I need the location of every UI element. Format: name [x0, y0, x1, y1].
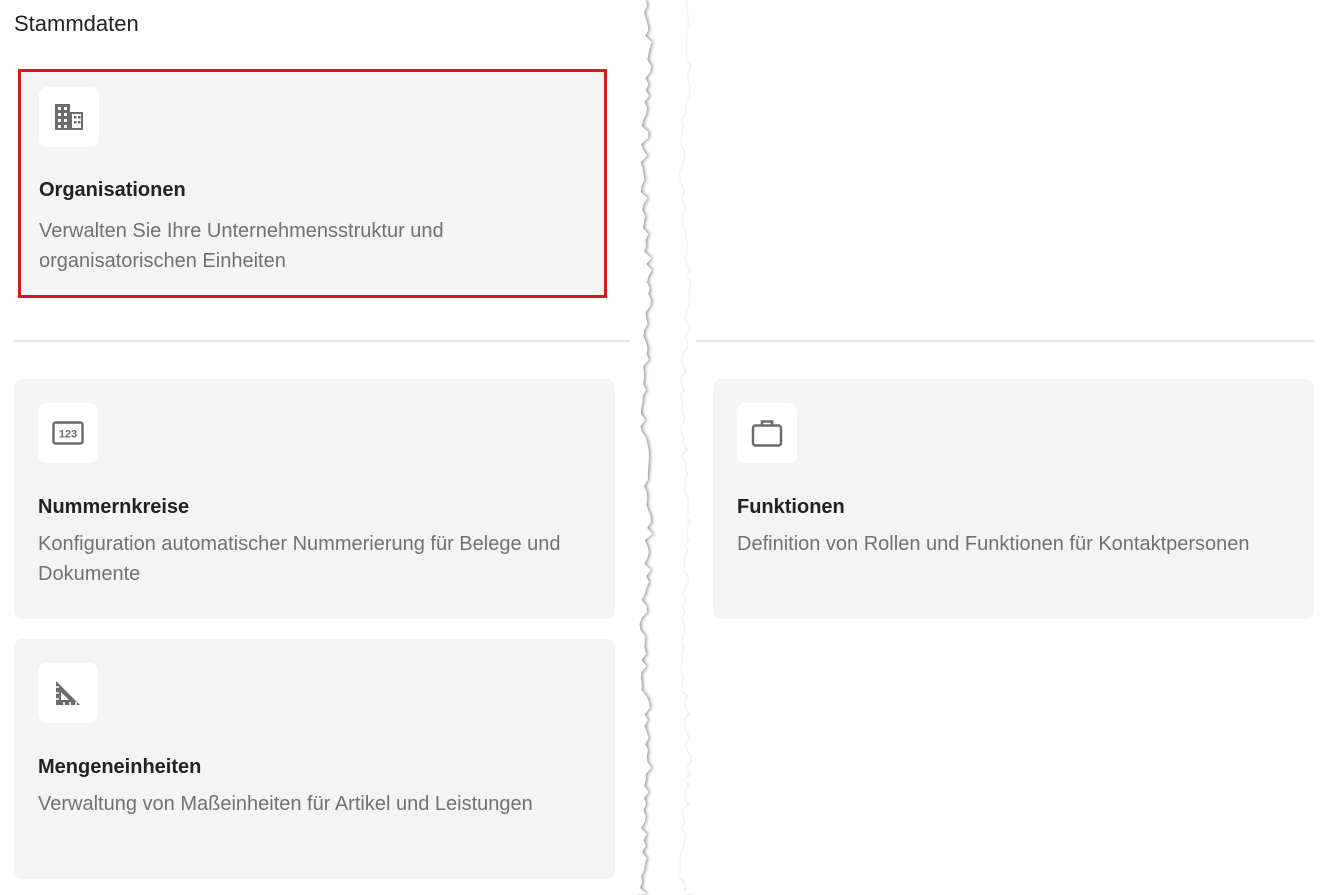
- card-description: Konfiguration automatischer Nummerierung…: [38, 533, 561, 585]
- card-mengeneinheiten[interactable]: Mengeneinheiten Verwaltung von Maßeinhei…: [14, 639, 615, 879]
- section-divider-left: [14, 340, 634, 342]
- card-title: Funktionen: [737, 496, 845, 518]
- card-description: Verwaltung von Maßeinheiten für Artikel …: [38, 793, 533, 815]
- svg-text:123: 123: [59, 429, 77, 441]
- card-title: Nummernkreise: [38, 496, 190, 518]
- icon-container: [38, 663, 98, 723]
- card-funktionen[interactable]: Funktionen Definition von Rollen und Fun…: [713, 379, 1314, 619]
- torn-edge-separator: [630, 0, 696, 895]
- icon-container: [737, 403, 797, 463]
- icon-container: 123: [38, 403, 98, 463]
- card-title: Organisationen: [39, 179, 186, 201]
- page-title: Stammdaten: [14, 11, 139, 36]
- building-icon: [54, 103, 84, 131]
- set-square-icon: [54, 679, 82, 707]
- card-title: Mengeneinheiten: [38, 756, 202, 778]
- card-nummernkreise[interactable]: 123 Nummernkreise Konfiguration automati…: [14, 379, 615, 619]
- icon-container: [39, 87, 99, 147]
- briefcase-icon: [751, 418, 783, 448]
- section-divider-right: [694, 340, 1314, 342]
- number-123-icon: 123: [52, 421, 84, 445]
- card-description: Verwalten Sie Ihre Unternehmensstruktur …: [39, 220, 444, 272]
- card-organisationen[interactable]: Organisationen Verwalten Sie Ihre Untern…: [18, 69, 607, 298]
- card-description: Definition von Rollen und Funktionen für…: [737, 533, 1250, 555]
